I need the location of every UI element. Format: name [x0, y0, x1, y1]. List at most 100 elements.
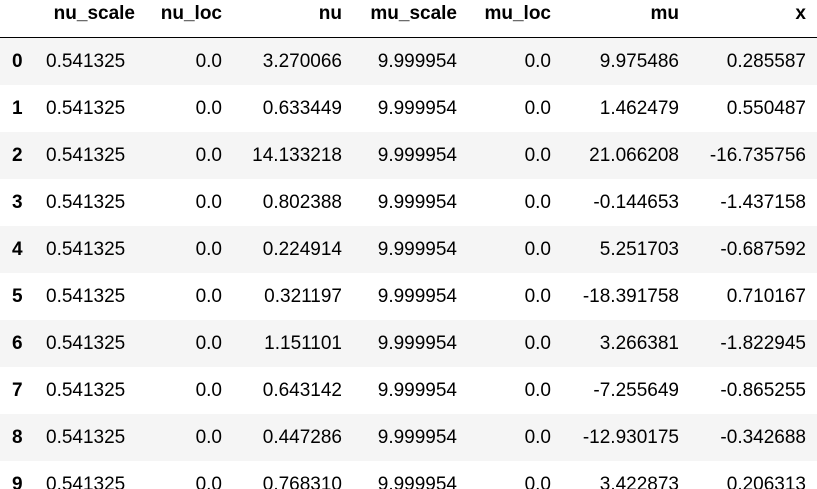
- cell-mu-scale: 9.999954: [377, 427, 457, 448]
- cell-mu-scale: 9.999954: [377, 239, 457, 260]
- cell-x: -0.865255: [720, 380, 806, 401]
- cell-mu: -12.930175: [582, 427, 679, 448]
- header-mu: mu: [562, 0, 690, 38]
- cell-nu-loc: 0.0: [195, 192, 222, 213]
- cell-nu: 1.151101: [264, 333, 342, 354]
- cell-nu-loc: 0.0: [195, 286, 222, 307]
- cell-mu-scale: 9.999954: [377, 474, 457, 489]
- cell-mu-loc: 0.0: [524, 51, 551, 72]
- cell-mu-loc: 0.0: [524, 286, 551, 307]
- cell-mu-loc: 0.0: [524, 380, 551, 401]
- cell-mu-loc: 0.0: [524, 239, 551, 260]
- cell-nu-loc: 0.0: [195, 98, 222, 119]
- cell-nu: 0.643142: [262, 380, 342, 401]
- cell-nu: 0.321197: [264, 286, 342, 307]
- cell-nu: 0.633449: [262, 98, 342, 119]
- table-row: 3 0.541325 0.0 0.802388 9.999954 0.0 -0.…: [0, 179, 817, 226]
- cell-mu-loc: 0.0: [524, 333, 551, 354]
- row-index: 6: [12, 333, 23, 354]
- table-body: 0 0.541325 0.0 3.270066 9.999954 0.0 9.9…: [0, 37, 817, 489]
- row-index: 0: [12, 51, 23, 72]
- cell-mu-loc: 0.0: [524, 145, 551, 166]
- row-index: 5: [12, 286, 23, 307]
- cell-mu-loc: 0.0: [524, 98, 551, 119]
- cell-mu-scale: 9.999954: [377, 286, 457, 307]
- row-index: 1: [12, 98, 23, 119]
- cell-nu-scale: 0.541325: [46, 286, 126, 307]
- cell-x: -16.735756: [709, 145, 806, 166]
- row-index: 7: [12, 380, 23, 401]
- cell-mu-loc: 0.0: [524, 427, 551, 448]
- cell-nu: 0.224914: [262, 239, 342, 260]
- table-row: 7 0.541325 0.0 0.643142 9.999954 0.0 -7.…: [0, 367, 817, 414]
- cell-nu-scale: 0.541325: [46, 145, 126, 166]
- cell-nu: 0.447286: [262, 427, 342, 448]
- cell-x: 0.206313: [726, 474, 806, 489]
- cell-nu-scale: 0.541325: [46, 333, 126, 354]
- header-row: nu_scale nu_loc nu mu_scale mu_loc mu x: [0, 0, 817, 38]
- cell-nu-loc: 0.0: [195, 333, 222, 354]
- cell-nu-scale: 0.541325: [46, 51, 126, 72]
- header-index: [0, 0, 46, 38]
- cell-nu-scale: 0.541325: [46, 239, 126, 260]
- cell-nu-loc: 0.0: [195, 51, 222, 72]
- table-row: 9 0.541325 0.0 0.768310 9.999954 0.0 3.4…: [0, 461, 817, 489]
- header-x: x: [690, 0, 817, 38]
- row-index: 9: [12, 474, 23, 489]
- table-row: 0 0.541325 0.0 3.270066 9.999954 0.0 9.9…: [0, 37, 817, 85]
- cell-mu: 3.266381: [599, 333, 679, 354]
- cell-nu-loc: 0.0: [195, 145, 222, 166]
- cell-x: -1.437158: [720, 192, 806, 213]
- table-row: 2 0.541325 0.0 14.133218 9.999954 0.0 21…: [0, 132, 817, 179]
- cell-mu: 9.975486: [599, 51, 679, 72]
- cell-nu-scale: 0.541325: [46, 380, 126, 401]
- cell-nu-loc: 0.0: [195, 474, 222, 489]
- cell-nu: 3.270066: [262, 51, 342, 72]
- cell-nu: 0.802388: [262, 192, 342, 213]
- cell-nu-loc: 0.0: [195, 380, 222, 401]
- cell-x: -0.687592: [720, 239, 806, 260]
- header-mu-scale: mu_scale: [353, 0, 468, 38]
- cell-mu-loc: 0.0: [524, 474, 551, 489]
- row-index: 8: [12, 427, 23, 448]
- cell-mu-scale: 9.999954: [377, 192, 457, 213]
- cell-mu: 1.462479: [599, 98, 679, 119]
- table-row: 1 0.541325 0.0 0.633449 9.999954 0.0 1.4…: [0, 85, 817, 132]
- header-nu: nu: [233, 0, 353, 38]
- cell-x: 0.710167: [726, 286, 806, 307]
- table-row: 6 0.541325 0.0 1.151101 9.999954 0.0 3.2…: [0, 320, 817, 367]
- row-index: 2: [12, 145, 23, 166]
- table-row: 4 0.541325 0.0 0.224914 9.999954 0.0 5.2…: [0, 226, 817, 273]
- cell-nu-scale: 0.541325: [46, 98, 126, 119]
- cell-mu: -18.391758: [582, 286, 679, 307]
- dataframe-table: nu_scale nu_loc nu mu_scale mu_loc mu x …: [0, 0, 817, 489]
- cell-x: 0.285587: [726, 51, 806, 72]
- cell-x: 0.550487: [726, 98, 806, 119]
- header-nu-loc: nu_loc: [146, 0, 233, 38]
- cell-mu-scale: 9.999954: [377, 98, 457, 119]
- cell-mu: -0.144653: [593, 192, 679, 213]
- cell-nu-loc: 0.0: [195, 427, 222, 448]
- row-index: 4: [12, 239, 23, 260]
- dataframe-view: nu_scale nu_loc nu mu_scale mu_loc mu x …: [0, 0, 817, 489]
- cell-mu-scale: 9.999954: [377, 380, 457, 401]
- header-mu-loc: mu_loc: [468, 0, 562, 38]
- cell-mu-scale: 9.999954: [377, 145, 457, 166]
- cell-mu: -7.255649: [593, 380, 679, 401]
- table-row: 8 0.541325 0.0 0.447286 9.999954 0.0 -12…: [0, 414, 817, 461]
- cell-mu: 3.422873: [599, 474, 679, 489]
- cell-x: -1.822945: [720, 333, 806, 354]
- cell-x: -0.342688: [720, 427, 806, 448]
- cell-nu-scale: 0.541325: [46, 427, 126, 448]
- table-row: 5 0.541325 0.0 0.321197 9.999954 0.0 -18…: [0, 273, 817, 320]
- cell-nu-loc: 0.0: [195, 239, 222, 260]
- cell-mu: 5.251703: [599, 239, 679, 260]
- cell-nu-scale: 0.541325: [46, 192, 126, 213]
- cell-mu: 21.066208: [589, 145, 679, 166]
- cell-nu: 0.768310: [262, 474, 342, 489]
- row-index: 3: [12, 192, 23, 213]
- cell-mu-loc: 0.0: [524, 192, 551, 213]
- cell-nu: 14.133218: [252, 145, 342, 166]
- cell-nu-scale: 0.541325: [46, 474, 126, 489]
- cell-mu-scale: 9.999954: [377, 333, 457, 354]
